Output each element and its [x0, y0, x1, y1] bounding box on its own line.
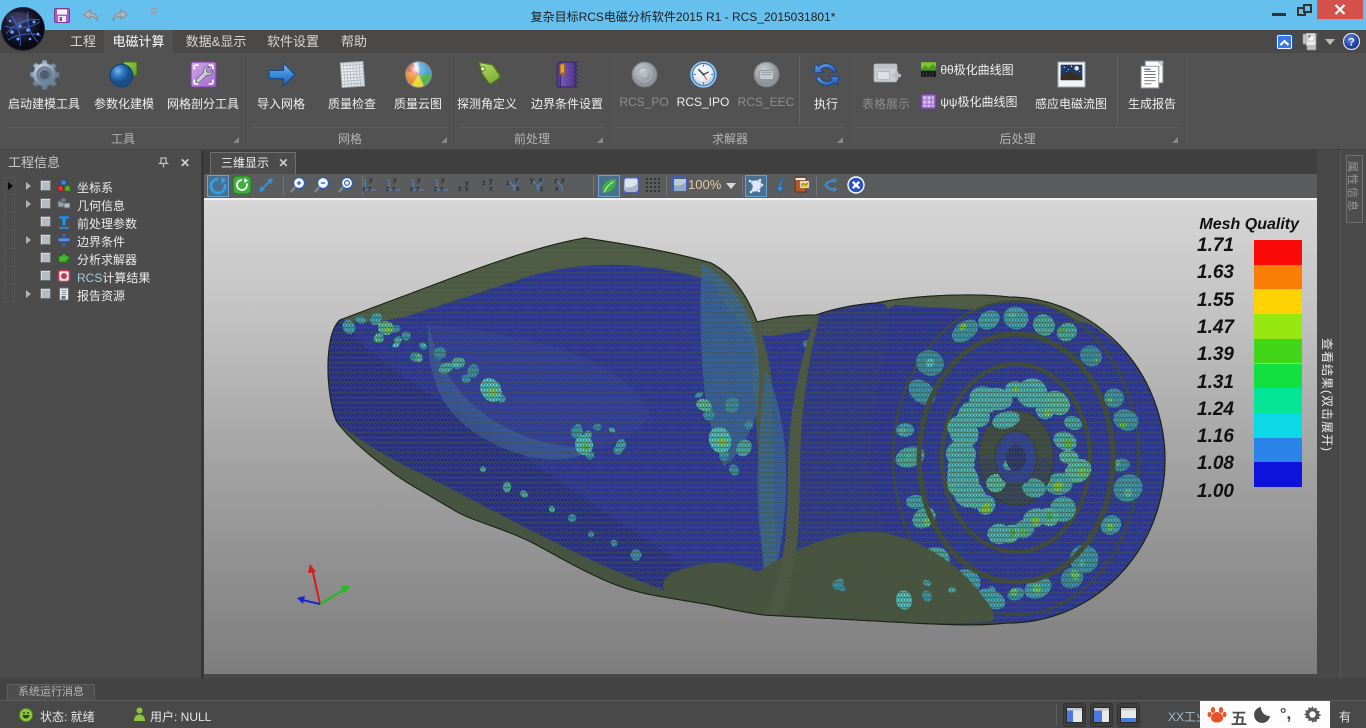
svg-text:y: y: [369, 177, 373, 184]
svg-text:y: y: [489, 178, 493, 185]
svg-text:y: y: [530, 177, 534, 184]
svg-text:x: x: [362, 186, 366, 193]
svg-text:x: x: [516, 186, 520, 193]
svg-text:y: y: [393, 177, 397, 184]
svg-text:x: x: [392, 186, 396, 193]
svg-text:y: y: [441, 177, 445, 184]
svg-text:x: x: [489, 186, 493, 193]
svg-text:z: z: [554, 178, 558, 185]
svg-text:?: ?: [1348, 37, 1355, 49]
svg-text:z: z: [482, 180, 486, 187]
svg-text:z: z: [434, 186, 438, 193]
svg-text:x: x: [539, 177, 543, 184]
svg-text:y: y: [417, 177, 421, 184]
svg-text:z: z: [506, 180, 510, 187]
svg-text:z: z: [368, 186, 372, 193]
svg-text:z: z: [386, 186, 390, 193]
svg-text:y: y: [561, 177, 565, 184]
svg-text:z: z: [416, 186, 420, 193]
svg-text:x: x: [410, 186, 414, 193]
svg-text:z: z: [458, 186, 462, 193]
svg-text:x: x: [440, 186, 444, 193]
svg-text:y: y: [515, 177, 519, 184]
svg-text:x: x: [555, 186, 559, 193]
svg-text:z: z: [540, 186, 544, 193]
svg-text:x: x: [465, 186, 469, 193]
